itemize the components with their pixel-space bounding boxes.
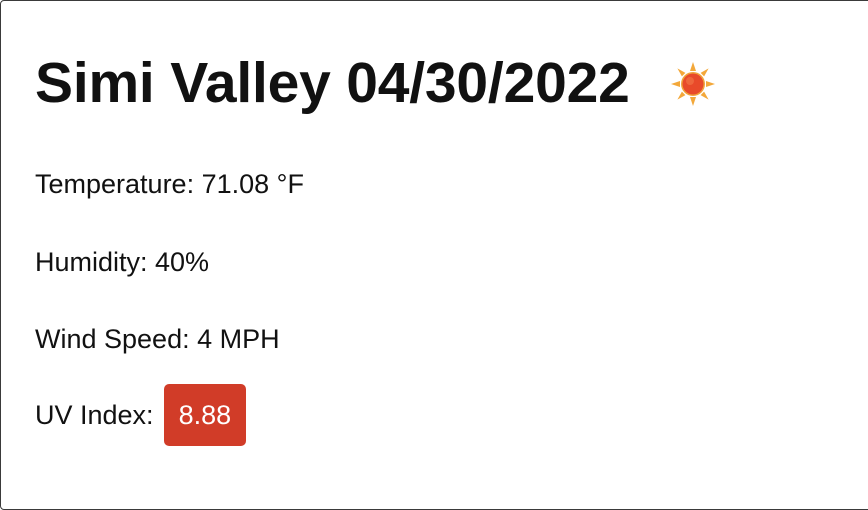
uv-index-row: UV Index: 8.88 [35,384,247,446]
wind-speed-text: Wind Speed: 4 MPH [35,324,280,354]
city-date-title: Simi Valley 04/30/2022 [35,51,630,115]
weather-card: Simi Valley 04/30/2022 Temperature: 71.0… [0,0,868,510]
humidity-text: Humidity: 40% [35,247,210,277]
uv-index-label: UV Index: [35,399,154,430]
sun-icon [670,61,716,107]
title-row: Simi Valley 04/30/2022 [35,55,716,112]
uv-index-badge: 8.88 [163,384,247,446]
temperature-text: Temperature: 71.08 °F [35,169,304,199]
